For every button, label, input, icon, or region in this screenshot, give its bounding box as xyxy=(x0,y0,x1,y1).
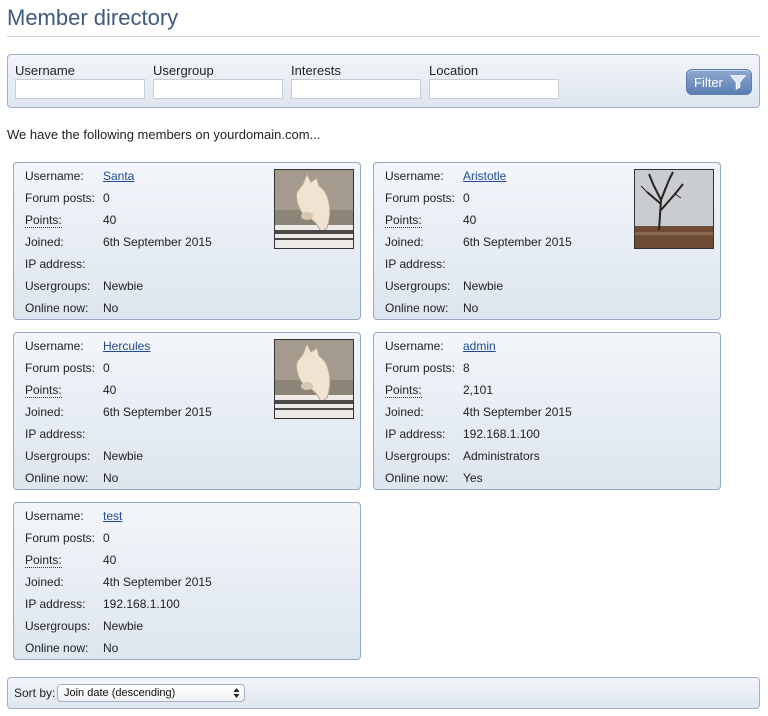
ip-address-label: IP address: xyxy=(385,427,446,441)
member-card: Username: Santa Forum posts: 0 Points: 40 J… xyxy=(13,162,361,320)
forum-posts-value: 0 xyxy=(103,191,110,205)
joined-label: Joined: xyxy=(25,235,64,249)
points-label: Points: xyxy=(385,213,422,228)
filter-usergroup-label: Usergroup xyxy=(153,63,214,78)
username-label: Username: xyxy=(25,509,84,523)
filter-usergroup: Usergroup xyxy=(153,63,283,99)
usergroups-label: Usergroups: xyxy=(25,619,91,633)
page-title: Member directory xyxy=(7,5,179,30)
interests-filter-input[interactable] xyxy=(291,79,421,99)
members-intro: We have the following members on yourdom… xyxy=(7,127,321,142)
ip-address-value: 192.168.1.100 xyxy=(103,597,180,611)
online-now-value: Yes xyxy=(463,471,483,485)
forum-posts-value: 0 xyxy=(103,531,110,545)
member-username-link[interactable]: test xyxy=(103,509,122,523)
member-card: Username: admin Forum posts: 8 Points: 2,10… xyxy=(373,332,721,490)
username-label: Username: xyxy=(385,169,444,183)
online-now-value: No xyxy=(103,641,119,655)
member-username-link[interactable]: Aristotle xyxy=(463,169,506,183)
avatar-horse[interactable] xyxy=(274,339,354,419)
filter-username: Username xyxy=(15,63,145,99)
sort-bar: Sort by: Join date (descending) xyxy=(7,677,760,709)
forum-posts-value: 0 xyxy=(463,191,470,205)
member-username-link[interactable]: Santa xyxy=(103,169,134,183)
usergroups-value: Newbie xyxy=(103,279,144,293)
joined-label: Joined: xyxy=(25,575,64,589)
filter-button[interactable]: Filter xyxy=(686,69,752,95)
usergroups-label: Usergroups: xyxy=(25,449,91,463)
forum-posts-label: Forum posts: xyxy=(385,191,456,205)
joined-value: 4th September 2015 xyxy=(103,575,212,589)
joined-value: 6th September 2015 xyxy=(103,235,212,249)
avatar-horse[interactable] xyxy=(274,169,354,249)
points-label: Points: xyxy=(25,383,62,398)
member-username-link[interactable]: admin xyxy=(463,339,496,353)
forum-posts-label: Forum posts: xyxy=(385,361,456,375)
joined-value: 4th September 2015 xyxy=(463,405,572,419)
username-filter-input[interactable] xyxy=(15,79,145,99)
sort-select[interactable]: Join date (descending) xyxy=(57,684,245,702)
filter-interests: Interests xyxy=(291,63,421,99)
points-value: 2,101 xyxy=(463,383,494,397)
member-card: Username: Hercules Forum posts: 0 Points: 4… xyxy=(13,332,361,490)
usergroups-label: Usergroups: xyxy=(385,279,451,293)
usergroups-label: Usergroups: xyxy=(25,279,91,293)
online-now-label: Online now: xyxy=(385,471,449,485)
ip-address-label: IP address: xyxy=(25,257,86,271)
points-value: 40 xyxy=(103,213,117,227)
usergroups-value: Administrators xyxy=(463,449,540,463)
ip-address-value: 192.168.1.100 xyxy=(463,427,540,441)
online-now-label: Online now: xyxy=(25,301,89,315)
online-now-value: No xyxy=(463,301,479,315)
member-username-link[interactable]: Hercules xyxy=(103,339,150,353)
usergroup-filter-input[interactable] xyxy=(153,79,283,99)
member-card: Username: Aristotle Forum posts: 0 Points:… xyxy=(373,162,721,320)
sort-label: Sort by: xyxy=(14,686,56,700)
title-divider xyxy=(7,36,760,37)
points-label: Points: xyxy=(25,213,62,228)
points-value: 40 xyxy=(463,213,477,227)
points-label: Points: xyxy=(25,553,62,568)
funnel-icon xyxy=(729,75,747,90)
location-filter-input[interactable] xyxy=(429,79,559,99)
forum-posts-value: 0 xyxy=(103,361,110,375)
online-now-value: No xyxy=(103,301,119,315)
filter-interests-label: Interests xyxy=(291,63,341,78)
joined-value: 6th September 2015 xyxy=(463,235,572,249)
filter-button-label: Filter xyxy=(694,74,723,90)
forum-posts-value: 8 xyxy=(463,361,470,375)
joined-label: Joined: xyxy=(385,405,424,419)
usergroups-value: Newbie xyxy=(463,279,504,293)
usergroups-value: Newbie xyxy=(103,449,144,463)
filter-bar: Username Usergroup Interests Location Fi… xyxy=(7,54,760,108)
member-card: Username: test Forum posts: 0 Points: 40 Jo… xyxy=(13,502,361,660)
ip-address-label: IP address: xyxy=(25,427,86,441)
forum-posts-label: Forum posts: xyxy=(25,361,96,375)
online-now-label: Online now: xyxy=(25,641,89,655)
joined-label: Joined: xyxy=(385,235,424,249)
ip-address-label: IP address: xyxy=(25,597,86,611)
online-now-value: No xyxy=(103,471,119,485)
points-value: 40 xyxy=(103,553,117,567)
points-value: 40 xyxy=(103,383,117,397)
username-label: Username: xyxy=(25,169,84,183)
forum-posts-label: Forum posts: xyxy=(25,191,96,205)
filter-username-label: Username xyxy=(15,63,75,78)
online-now-label: Online now: xyxy=(385,301,449,315)
forum-posts-label: Forum posts: xyxy=(25,531,96,545)
filter-location-label: Location xyxy=(429,63,479,78)
points-label: Points: xyxy=(385,383,422,398)
username-label: Username: xyxy=(385,339,444,353)
ip-address-label: IP address: xyxy=(385,257,446,271)
usergroups-value: Newbie xyxy=(103,619,144,633)
usergroups-label: Usergroups: xyxy=(385,449,451,463)
select-arrows-icon xyxy=(233,688,240,698)
username-label: Username: xyxy=(25,339,84,353)
avatar-tree[interactable] xyxy=(634,169,714,249)
filter-location: Location xyxy=(429,63,559,99)
sort-selected-value: Join date (descending) xyxy=(64,687,176,699)
online-now-label: Online now: xyxy=(25,471,89,485)
joined-label: Joined: xyxy=(25,405,64,419)
joined-value: 6th September 2015 xyxy=(103,405,212,419)
